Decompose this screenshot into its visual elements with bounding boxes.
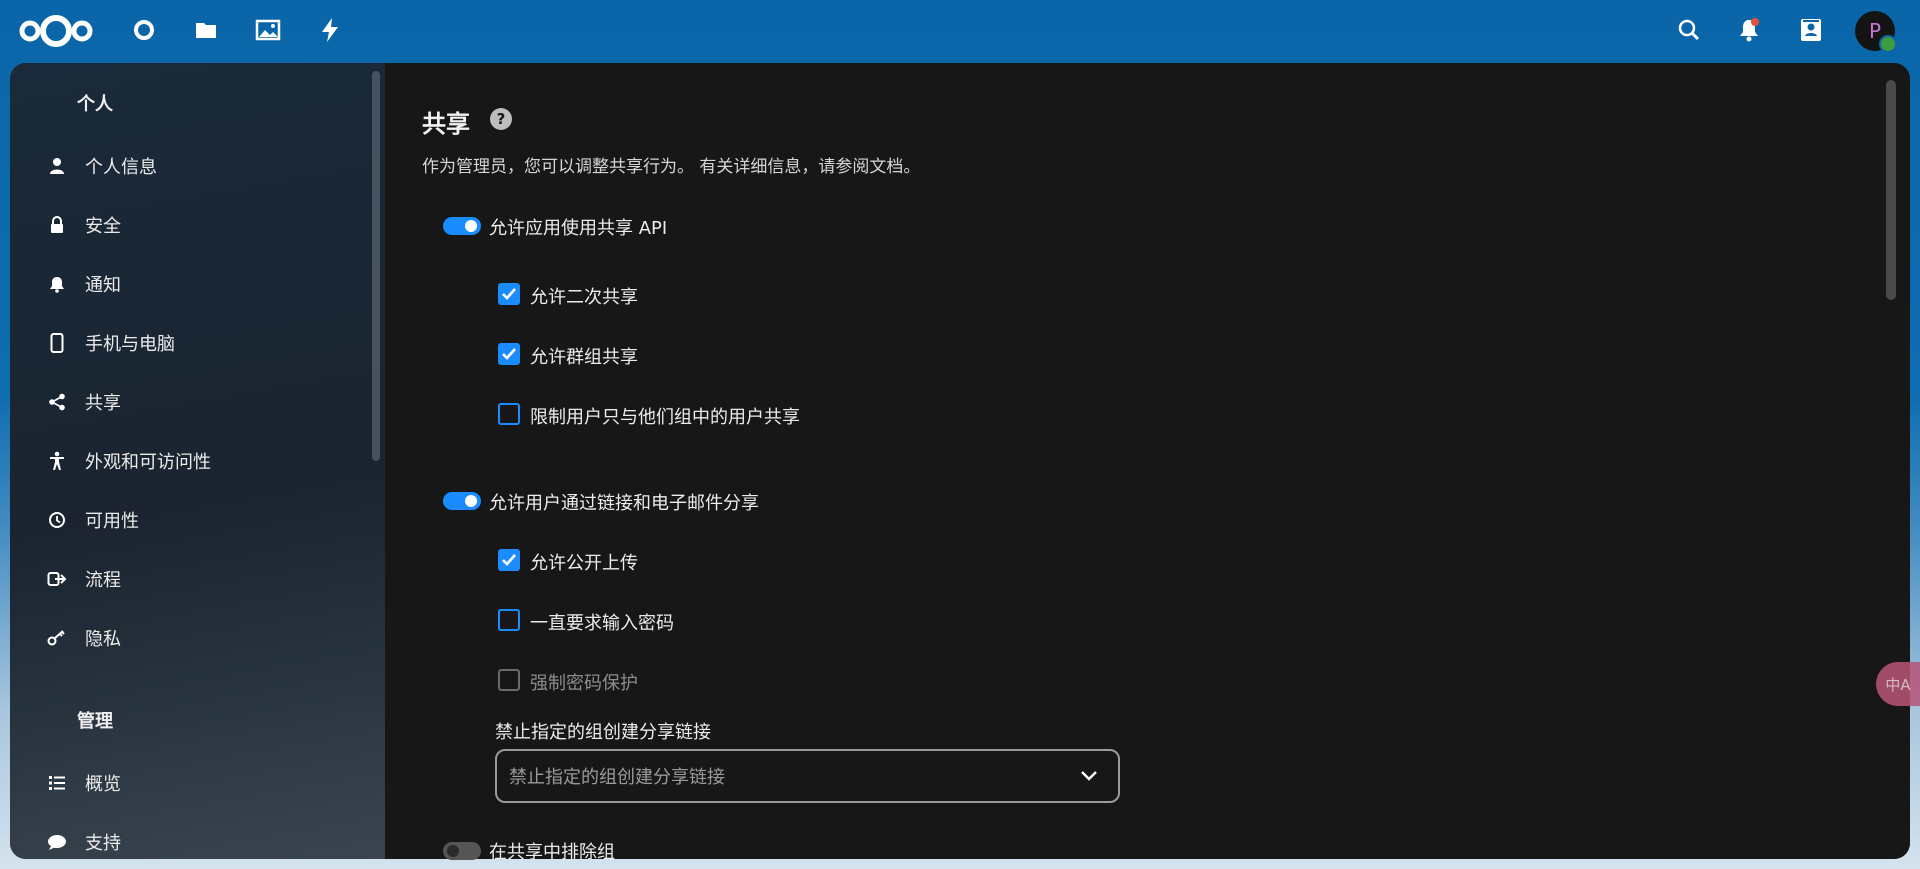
sidebar-item-notifications[interactable]: 通知 bbox=[26, 262, 366, 306]
sidebar-item-flow[interactable]: 流程 bbox=[26, 557, 366, 601]
key-icon bbox=[46, 627, 68, 649]
app-container: 个人 个人信息 安全 通知 手机与电脑 共享 外观和可访问性 可用性 流程 隐私… bbox=[10, 63, 1910, 859]
sidebar-item-label: 安全 bbox=[85, 216, 121, 237]
toggle-knob bbox=[465, 220, 477, 232]
sidebar-item-sharing[interactable]: 共享 bbox=[26, 380, 366, 424]
sidebar-item-label: 可用性 bbox=[85, 511, 139, 532]
main-scrollbar[interactable] bbox=[1886, 80, 1896, 300]
sidebar-item-label: 通知 bbox=[85, 275, 121, 296]
sidebar-item-label: 支持 bbox=[85, 833, 121, 854]
sidebar-item-label: 概览 bbox=[85, 774, 121, 795]
sidebar-item-privacy[interactable]: 隐私 bbox=[26, 616, 366, 660]
exclude-groups-toggle[interactable] bbox=[443, 842, 481, 860]
bell-icon[interactable] bbox=[1733, 14, 1765, 46]
allow-api-toggle[interactable] bbox=[443, 217, 481, 235]
top-header: P bbox=[0, 0, 1920, 62]
dashboard-icon[interactable] bbox=[128, 14, 160, 46]
section-description: 作为管理员，您可以调整共享行为。 有关详细信息，请参阅文档。 bbox=[422, 157, 921, 177]
activity-icon[interactable] bbox=[314, 14, 346, 46]
sidebar-item-label: 流程 bbox=[85, 570, 121, 591]
check-icon bbox=[502, 288, 516, 300]
help-icon[interactable]: ? bbox=[490, 108, 512, 130]
restrict-group-checkbox[interactable] bbox=[498, 403, 520, 425]
sidebar-item-overview[interactable]: 概览 bbox=[26, 761, 366, 805]
lock-icon bbox=[46, 214, 68, 236]
allow-reshare-checkbox[interactable] bbox=[498, 283, 520, 305]
user-icon bbox=[46, 155, 68, 177]
sidebar-item-personal-info[interactable]: 个人信息 bbox=[26, 144, 366, 188]
translate-icon[interactable]: 中A bbox=[1876, 662, 1920, 706]
accessibility-icon bbox=[46, 450, 68, 472]
allow-group-share-checkbox[interactable] bbox=[498, 343, 520, 365]
contacts-icon[interactable] bbox=[1795, 14, 1827, 46]
sidebar-item-availability[interactable]: 可用性 bbox=[26, 498, 366, 542]
nextcloud-logo-icon[interactable] bbox=[18, 12, 94, 50]
sidebar-item-label: 隐私 bbox=[85, 629, 121, 650]
always-password-checkbox[interactable] bbox=[498, 609, 520, 631]
page-title: 共享 bbox=[422, 110, 470, 138]
sidebar-item-devices[interactable]: 手机与电脑 bbox=[26, 321, 366, 365]
sidebar-item-label: 外观和可访问性 bbox=[85, 452, 211, 473]
check-icon bbox=[502, 348, 516, 360]
enforce-password-label: 强制密码保护 bbox=[530, 673, 638, 694]
deny-groups-placeholder: 禁止指定的组创建分享链接 bbox=[509, 767, 725, 788]
chat-icon bbox=[46, 831, 68, 853]
allow-public-upload-checkbox[interactable] bbox=[498, 549, 520, 571]
clock-icon bbox=[46, 509, 68, 531]
enforce-password-checkbox bbox=[498, 669, 520, 691]
sidebar-heading-admin: 管理 bbox=[77, 711, 113, 732]
sidebar-item-label: 共享 bbox=[85, 393, 121, 414]
check-icon bbox=[502, 554, 516, 566]
toggle-knob bbox=[447, 845, 459, 857]
sidebar-item-security[interactable]: 安全 bbox=[26, 203, 366, 247]
sidebar-item-appearance[interactable]: 外观和可访问性 bbox=[26, 439, 366, 483]
allow-links-label[interactable]: 允许用户通过链接和电子邮件分享 bbox=[489, 489, 759, 515]
sidebar-item-label: 手机与电脑 bbox=[85, 334, 175, 355]
restrict-group-label[interactable]: 限制用户只与他们组中的用户共享 bbox=[530, 403, 800, 429]
share-icon bbox=[46, 391, 68, 413]
toggle-knob bbox=[465, 495, 477, 507]
phone-icon bbox=[46, 332, 68, 354]
settings-sidebar: 个人 个人信息 安全 通知 手机与电脑 共享 外观和可访问性 可用性 流程 隐私… bbox=[10, 63, 385, 859]
photos-icon[interactable] bbox=[252, 14, 284, 46]
sidebar-scrollbar[interactable] bbox=[372, 71, 380, 461]
translate-badge-text: 中A bbox=[1885, 675, 1911, 694]
deny-groups-select[interactable]: 禁止指定的组创建分享链接 bbox=[495, 749, 1120, 803]
exclude-groups-label[interactable]: 在共享中排除组 bbox=[489, 838, 615, 864]
chevron-down-icon bbox=[1076, 763, 1102, 789]
sidebar-item-label: 个人信息 bbox=[85, 157, 157, 178]
allow-public-upload-label[interactable]: 允许公开上传 bbox=[530, 549, 638, 575]
allow-links-toggle[interactable] bbox=[443, 492, 481, 510]
bell-icon bbox=[46, 273, 68, 295]
deny-groups-label: 禁止指定的组创建分享链接 bbox=[495, 722, 711, 743]
files-icon[interactable] bbox=[190, 14, 222, 46]
allow-group-share-label[interactable]: 允许群组共享 bbox=[530, 343, 638, 369]
sidebar-item-support[interactable]: 支持 bbox=[26, 820, 366, 859]
sidebar-heading-personal: 个人 bbox=[77, 94, 113, 115]
always-password-label[interactable]: 一直要求输入密码 bbox=[530, 609, 674, 635]
search-icon[interactable] bbox=[1673, 14, 1705, 46]
list-icon bbox=[46, 772, 68, 794]
allow-reshare-label[interactable]: 允许二次共享 bbox=[530, 283, 638, 309]
allow-api-label[interactable]: 允许应用使用共享 API bbox=[489, 214, 667, 240]
flow-icon bbox=[46, 568, 68, 590]
status-badge bbox=[1879, 35, 1897, 53]
